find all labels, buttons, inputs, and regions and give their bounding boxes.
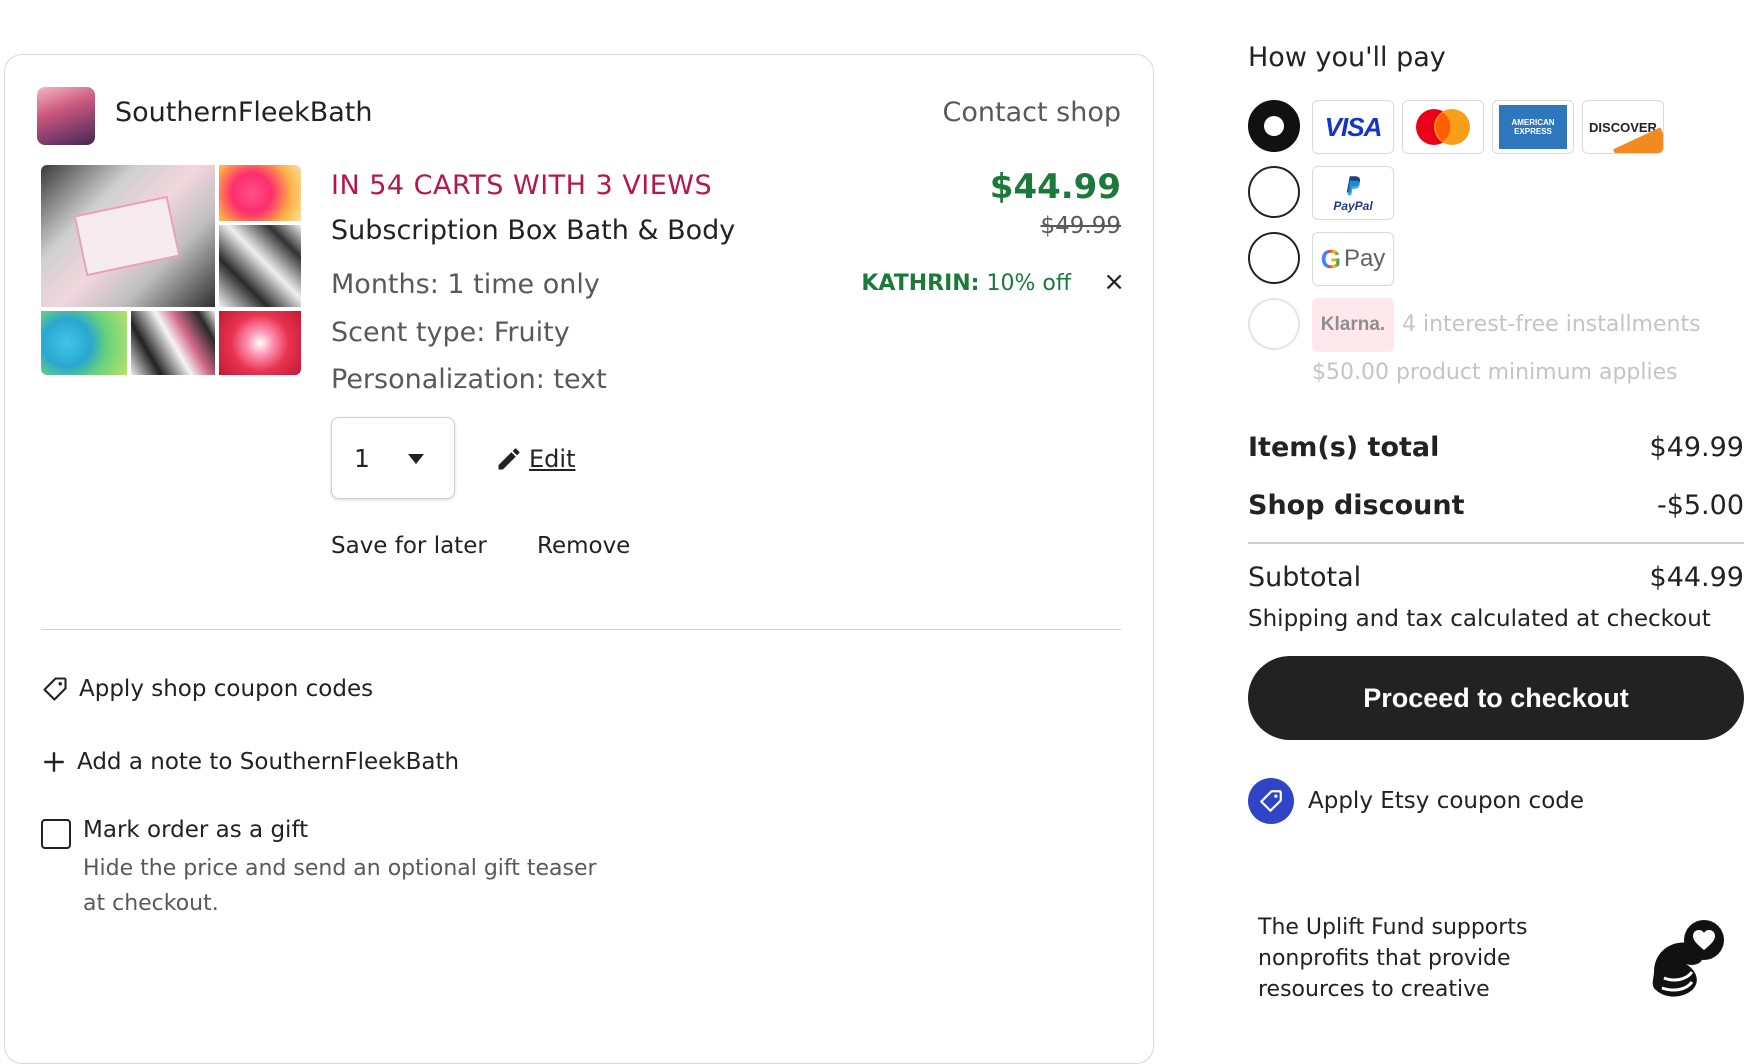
plus-icon <box>44 752 64 772</box>
subtotal-value: $44.99 <box>1649 562 1744 593</box>
summary-divider <box>1248 542 1744 544</box>
cart-activity-badge: IN 54 CARTS WITH 3 VIEWS <box>331 170 713 201</box>
uplift-hand-heart-icon <box>1652 920 1724 997</box>
payment-radio-googlepay[interactable] <box>1248 232 1300 284</box>
edit-label: Edit <box>529 445 576 473</box>
mastercard-circles <box>1416 109 1470 145</box>
item-option-months: Months: 1 time only <box>331 269 600 300</box>
item-option-personalization: Personalization: text <box>331 364 607 395</box>
paypal-p-icon <box>1346 176 1361 196</box>
contact-shop-link[interactable]: Contact shop <box>943 97 1121 128</box>
add-note-label: Add a note to SouthernFleekBath <box>77 749 460 775</box>
gift-label[interactable]: Mark order as a gift <box>83 817 308 843</box>
discount-code: KATHRIN: <box>861 271 980 296</box>
apply-etsy-coupon-button[interactable]: Apply Etsy coupon code <box>1248 778 1584 824</box>
card-divider <box>41 629 1121 630</box>
klarna-icon: Klarna. <box>1312 298 1394 352</box>
shop-avatar[interactable] <box>37 87 95 145</box>
discover-icon: DISCOVER <box>1582 100 1664 154</box>
edit-item-link[interactable]: Edit <box>495 445 575 473</box>
chevron-down-icon <box>408 454 424 464</box>
shop-name[interactable]: SouthernFleekBath <box>115 97 372 128</box>
subtotal-label: Subtotal <box>1248 562 1362 593</box>
shop-discount-label: Shop discount <box>1248 490 1465 521</box>
klarna-minimum-note: $50.00 product minimum applies <box>1312 360 1678 385</box>
quantity-value: 1 <box>354 444 370 473</box>
add-note-button[interactable]: Add a note to SouthernFleekBath <box>41 749 459 775</box>
payment-radio-cards[interactable] <box>1248 100 1300 152</box>
items-total-label: Item(s) total <box>1248 432 1440 463</box>
uplift-fund-text: The Uplift Fund supports nonprofits that… <box>1258 915 1528 1002</box>
amex-icon: AMERICAN EXPRESS <box>1492 100 1574 154</box>
items-total-value: $49.99 <box>1649 432 1744 463</box>
shipping-tax-note: Shipping and tax calculated at checkout <box>1248 606 1711 632</box>
shop-cart-card: SouthernFleekBath Contact shop IN 54 CAR… <box>4 54 1154 1064</box>
paypal-icon: PayPal <box>1312 166 1394 220</box>
shop-discount-value: -$5.00 <box>1656 490 1744 521</box>
coupon-tag-icon <box>1248 778 1294 824</box>
discount-amount: 10% off <box>986 271 1071 296</box>
apply-coupon-label: Apply shop coupon codes <box>79 676 374 702</box>
tag-icon <box>43 677 67 701</box>
remove-item-button[interactable]: Remove <box>537 533 630 559</box>
payment-radio-klarna <box>1248 298 1300 350</box>
item-option-scent: Scent type: Fruity <box>331 317 570 348</box>
pencil-icon <box>498 448 520 470</box>
google-pay-icon: G Pay <box>1312 232 1394 286</box>
save-for-later-button[interactable]: Save for later <box>331 533 487 559</box>
payment-title: How you'll pay <box>1248 42 1446 73</box>
gift-checkbox[interactable] <box>41 819 71 849</box>
visa-icon: VISA <box>1312 100 1394 154</box>
payment-radio-paypal[interactable] <box>1248 166 1300 218</box>
quantity-select[interactable]: 1 <box>331 417 455 499</box>
product-image[interactable] <box>41 165 301 375</box>
item-price: $44.99 <box>989 167 1121 207</box>
proceed-to-checkout-button[interactable]: Proceed to checkout <box>1248 656 1744 740</box>
mastercard-icon <box>1402 100 1484 154</box>
klarna-installments-note: 4 interest-free installments <box>1402 312 1701 337</box>
item-original-price: $49.99 <box>1040 213 1121 239</box>
item-title[interactable]: Subscription Box Bath & Body <box>331 215 735 246</box>
discount-tag: KATHRIN: 10% off <box>861 271 1071 296</box>
etsy-coupon-label: Apply Etsy coupon code <box>1308 788 1585 814</box>
remove-discount-button[interactable]: × <box>1103 269 1125 295</box>
gift-description: Hide the price and send an optional gift… <box>83 856 597 916</box>
google-g-icon: G <box>1320 243 1341 274</box>
apply-shop-coupon-button[interactable]: Apply shop coupon codes <box>41 675 373 703</box>
